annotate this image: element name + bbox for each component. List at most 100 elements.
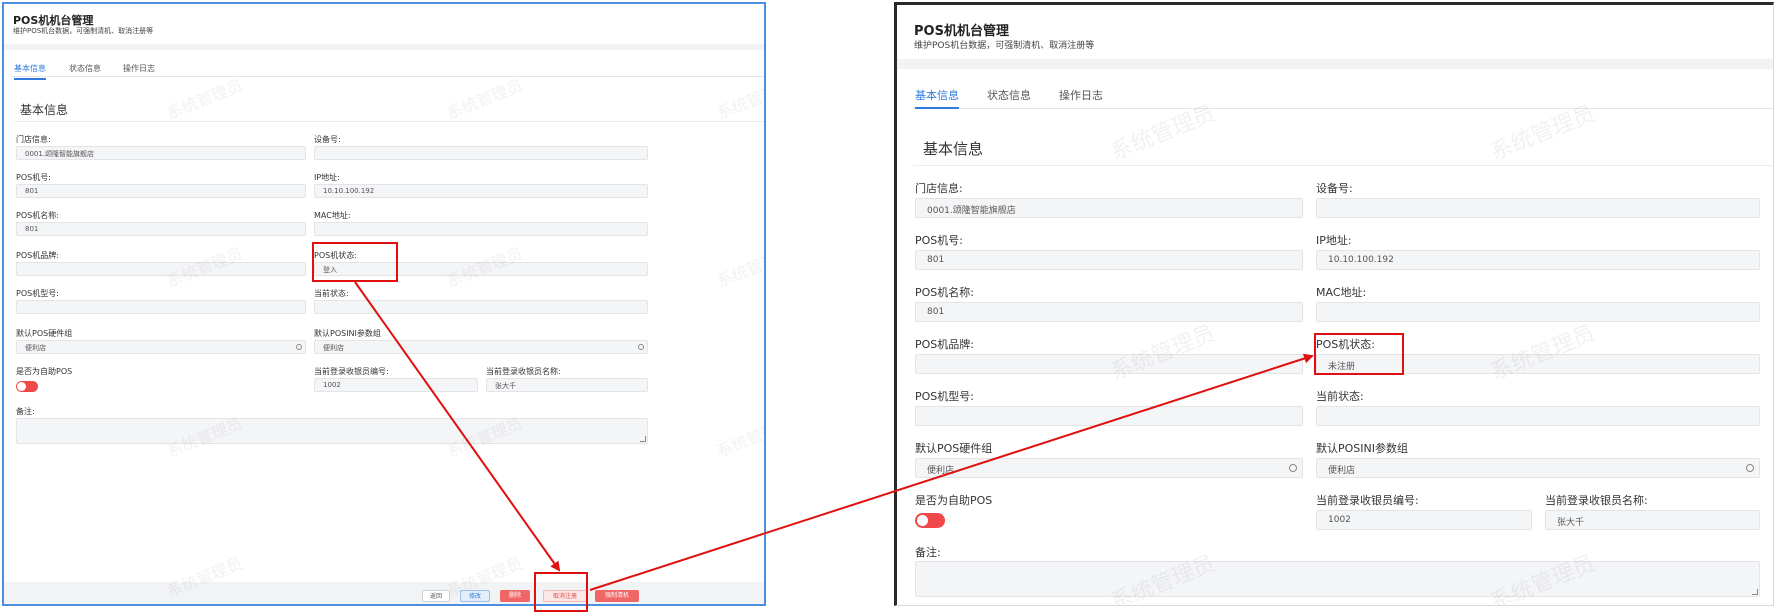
pos-name-label: POS机名称: [16, 211, 59, 220]
remark-textarea[interactable] [915, 561, 1760, 597]
ip-field[interactable]: 10.10.100.192 [1316, 250, 1760, 270]
ip-label: IP地址: [314, 173, 340, 182]
ip-field[interactable]: 10.10.100.192 [314, 184, 648, 198]
store-label: 门店信息: [16, 135, 51, 144]
store-field[interactable]: 0001.颂隆智能旗舰店 [16, 146, 306, 160]
current-status-field[interactable] [1316, 406, 1760, 426]
watermark: 系统管理员 [713, 75, 766, 124]
page-title: POS机机台管理 [914, 24, 1009, 39]
model-label: POS机型号: [915, 390, 974, 403]
tab-status-info[interactable]: 状态信息 [987, 87, 1031, 103]
small-screenshot-panel: POS机机台管理 维护POS机台数据，可强制清机、取消注册等 基本信息 状态信息… [2, 2, 766, 606]
pos-name-field[interactable]: 801 [16, 222, 306, 236]
watermark: 系统管理员 [163, 75, 246, 124]
brand-label: POS机品牌: [16, 251, 59, 260]
cashier-no-label: 当前登录收银员编号: [314, 367, 389, 376]
cashier-no-field[interactable]: 1002 [314, 378, 478, 392]
hw-group-value: 便利店 [25, 344, 46, 352]
current-status-label: 当前状态: [314, 289, 349, 298]
resize-grip-icon[interactable] [1752, 589, 1758, 595]
cashier-name-field[interactable]: 张大千 [1545, 510, 1760, 530]
pos-no-label: POS机号: [16, 173, 51, 182]
tab-bar: 基本信息 状态信息 操作日志 [913, 85, 1773, 109]
tab-basic-info[interactable]: 基本信息 [915, 87, 959, 109]
hw-group-field[interactable]: 便利店 [915, 458, 1303, 478]
back-button[interactable]: 返回 [422, 590, 450, 602]
ini-group-label: 默认POSINI参数组 [314, 329, 381, 338]
edit-button[interactable]: 修改 [460, 590, 490, 602]
hw-group-value: 便利店 [927, 466, 955, 476]
mac-label: MAC地址: [1316, 286, 1367, 299]
brand-label: POS机品牌: [915, 338, 974, 351]
cashier-name-label: 当前登录收银员名称: [1545, 494, 1648, 507]
ini-group-field[interactable]: 便利店 [314, 340, 648, 354]
hw-group-field[interactable]: 便利店 [16, 340, 306, 354]
search-icon[interactable] [296, 344, 302, 350]
annotation-box-status [312, 242, 398, 282]
tab-operation-log[interactable]: 操作日志 [123, 63, 155, 74]
hw-group-label: 默认POS硬件组 [16, 329, 73, 338]
ini-group-label: 默认POSINI参数组 [1316, 442, 1408, 455]
ini-group-value: 便利店 [323, 344, 344, 352]
cashier-no-field[interactable]: 1002 [1316, 510, 1532, 530]
device-label: 设备号: [314, 135, 341, 144]
tab-operation-log[interactable]: 操作日志 [1059, 87, 1103, 103]
tab-bar: 基本信息 状态信息 操作日志 [12, 60, 764, 80]
search-icon[interactable] [638, 344, 644, 350]
mac-label: MAC地址: [314, 211, 351, 220]
section-title: 基本信息 [923, 140, 984, 158]
cashier-name-label: 当前登录收银员名称: [486, 367, 561, 376]
ini-group-field[interactable]: 便利店 [1316, 458, 1760, 478]
pos-no-field[interactable]: 801 [915, 250, 1303, 270]
watermark: 系统管理员 [1105, 316, 1219, 387]
toggle-knob [917, 515, 928, 526]
remark-textarea[interactable] [16, 418, 648, 444]
model-label: POS机型号: [16, 289, 59, 298]
pos-no-field[interactable]: 801 [16, 184, 306, 198]
tab-basic-info[interactable]: 基本信息 [14, 63, 46, 80]
header-divider [897, 59, 1773, 69]
remark-label: 备注: [16, 407, 35, 416]
pos-name-field[interactable]: 801 [915, 302, 1303, 322]
brand-field[interactable] [915, 354, 1303, 374]
device-field[interactable] [314, 146, 648, 160]
watermark: 系统管理员 [713, 243, 766, 292]
device-label: 设备号: [1316, 182, 1353, 195]
page-subtitle: 维护POS机台数据，可强制清机、取消注册等 [914, 41, 1095, 51]
annotation-box-status-result [1314, 333, 1404, 375]
cashier-name-field[interactable]: 张大千 [486, 378, 648, 392]
current-status-label: 当前状态: [1316, 390, 1364, 403]
device-field[interactable] [1316, 198, 1760, 218]
page-subtitle: 维护POS机台数据，可强制清机、取消注册等 [13, 27, 154, 35]
mac-field[interactable] [1316, 302, 1760, 322]
ini-group-value: 便利店 [1328, 466, 1356, 476]
model-field[interactable] [16, 300, 306, 314]
search-icon[interactable] [1289, 464, 1297, 472]
self-pos-label: 是否为自助POS [915, 494, 993, 507]
footer-bar [4, 582, 764, 604]
self-pos-toggle[interactable] [915, 513, 945, 528]
remark-label: 备注: [915, 546, 941, 559]
model-field[interactable] [915, 406, 1303, 426]
brand-field[interactable] [16, 262, 306, 276]
search-icon[interactable] [1746, 464, 1754, 472]
store-label: 门店信息: [915, 182, 963, 195]
watermark: 系统管理员 [443, 75, 526, 124]
ip-label: IP地址: [1316, 234, 1352, 247]
self-pos-toggle[interactable] [16, 381, 38, 392]
delete-button[interactable]: 删除 [500, 590, 530, 602]
large-screenshot-panel: POS机机台管理 维护POS机台数据，可强制清机、取消注册等 基本信息 状态信息… [894, 2, 1774, 606]
cashier-no-label: 当前登录收银员编号: [1316, 494, 1419, 507]
section-title: 基本信息 [20, 103, 69, 117]
pos-no-label: POS机号: [915, 234, 963, 247]
current-status-field[interactable] [314, 300, 648, 314]
mac-field[interactable] [314, 222, 648, 236]
resize-grip-icon[interactable] [640, 436, 646, 442]
self-pos-label: 是否为自助POS [16, 367, 73, 376]
store-field[interactable]: 0001.颂隆智能旗舰店 [915, 198, 1303, 218]
annotation-box-cancel-button [534, 572, 588, 612]
tab-status-info[interactable]: 状态信息 [69, 63, 101, 74]
header-divider [4, 44, 764, 50]
force-clear-button[interactable]: 强制清机 [595, 590, 639, 602]
hw-group-label: 默认POS硬件组 [915, 442, 993, 455]
